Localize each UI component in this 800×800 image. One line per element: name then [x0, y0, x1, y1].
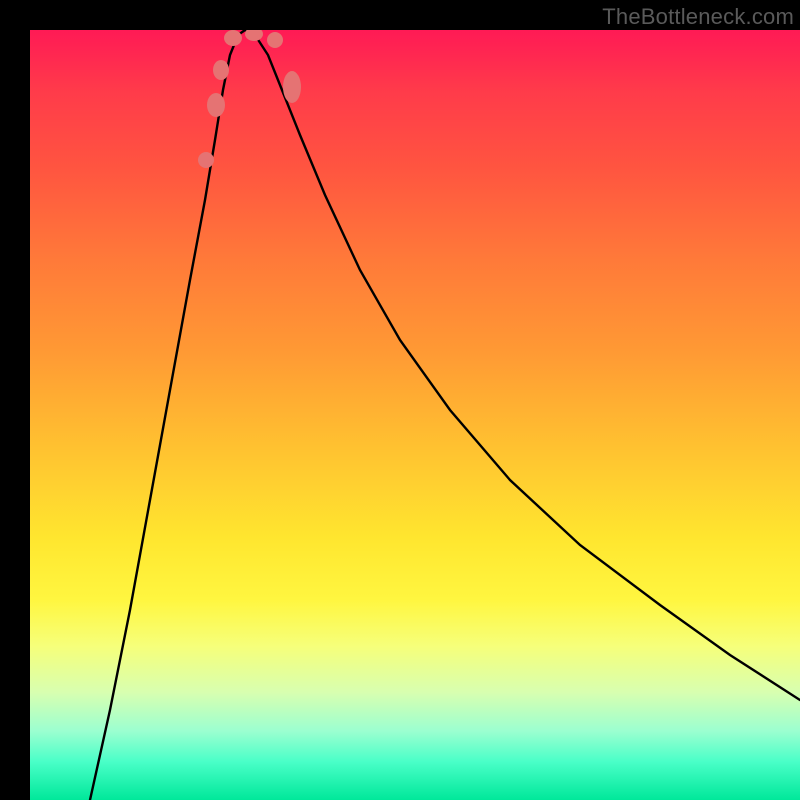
bottleneck-curve: [90, 30, 800, 800]
left-upper-dot: [198, 152, 214, 168]
watermark-text: TheBottleneck.com: [602, 4, 794, 30]
bottom-left-dot: [224, 30, 242, 46]
curve-layer: [30, 30, 800, 800]
left-mid-dot: [207, 93, 225, 117]
right-pill: [283, 71, 301, 103]
plot-area: [30, 30, 800, 800]
chart-frame: TheBottleneck.com: [0, 0, 800, 800]
left-low-dot: [213, 60, 229, 80]
bottom-mid-dot: [245, 30, 263, 41]
bottom-right-dot: [267, 32, 283, 48]
